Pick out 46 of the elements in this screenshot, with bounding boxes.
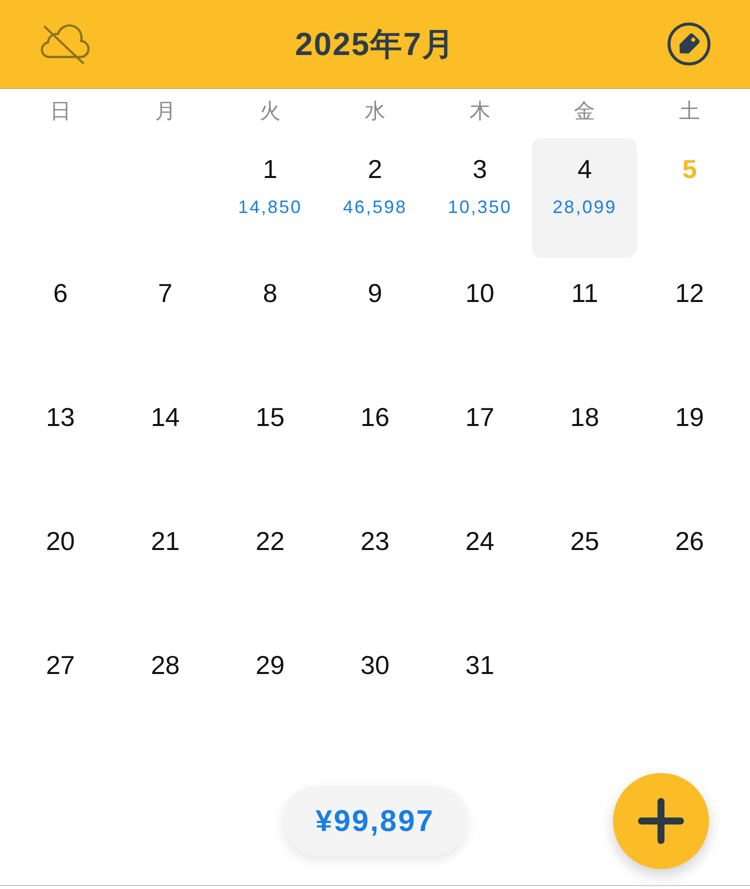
day-number[interactable]: 12 — [675, 277, 704, 309]
day-amount: 14,850 — [238, 196, 302, 218]
day-number[interactable]: 11 — [571, 277, 598, 309]
day-number[interactable]: 2 — [368, 153, 382, 185]
day-number[interactable]: 10 — [465, 277, 494, 309]
day-number[interactable]: 29 — [256, 649, 285, 681]
tag-icon[interactable] — [667, 22, 711, 66]
weekday-label: 木 — [469, 99, 490, 125]
total-amount: ¥99,897 — [282, 786, 468, 856]
day-number[interactable]: 17 — [465, 401, 494, 433]
day-number[interactable]: 24 — [465, 525, 494, 557]
day-number[interactable]: 6 — [53, 277, 68, 309]
day-cell[interactable]: 4 28,099 — [532, 138, 638, 258]
day-number[interactable]: 14 — [150, 401, 180, 433]
day-number[interactable]: 28 — [150, 649, 180, 681]
weekday-label: 土 — [679, 99, 700, 125]
day-number[interactable]: 16 — [360, 401, 390, 433]
day-number[interactable]: 25 — [570, 525, 600, 557]
day-number[interactable]: 22 — [256, 525, 285, 557]
day-number[interactable]: 27 — [46, 649, 75, 681]
day-number[interactable]: 31 — [465, 649, 494, 681]
weekday-label: 火 — [260, 99, 281, 125]
day-number[interactable]: 30 — [360, 649, 390, 681]
day-number[interactable]: 9 — [368, 277, 382, 309]
day-amount: 46,598 — [342, 196, 408, 218]
day-number[interactable]: 20 — [46, 525, 75, 557]
day-amount: 10,350 — [448, 196, 512, 218]
day-number[interactable]: 1 — [262, 153, 278, 185]
day-number[interactable]: 19 — [675, 401, 704, 433]
weekday-label: 水 — [364, 99, 386, 125]
weekday-label: 金 — [574, 99, 596, 125]
day-number[interactable]: 21 — [150, 525, 180, 557]
day-number[interactable]: 26 — [675, 525, 704, 557]
weekday-label: 日 — [50, 99, 71, 125]
day-number[interactable]: 23 — [360, 525, 390, 557]
weekday-label: 月 — [154, 99, 176, 125]
plus-icon — [638, 798, 684, 844]
day-number[interactable]: 4 — [577, 153, 592, 185]
day-number[interactable]: 18 — [570, 401, 600, 433]
day-amount: 28,099 — [552, 196, 617, 218]
month-title: 2025年7月 — [295, 25, 455, 64]
day-number[interactable]: 3 — [472, 153, 488, 185]
day-number[interactable]: 7 — [158, 277, 172, 309]
day-number[interactable]: 13 — [46, 401, 75, 433]
day-number[interactable]: 8 — [262, 277, 278, 309]
day-number[interactable]: 15 — [256, 401, 285, 433]
